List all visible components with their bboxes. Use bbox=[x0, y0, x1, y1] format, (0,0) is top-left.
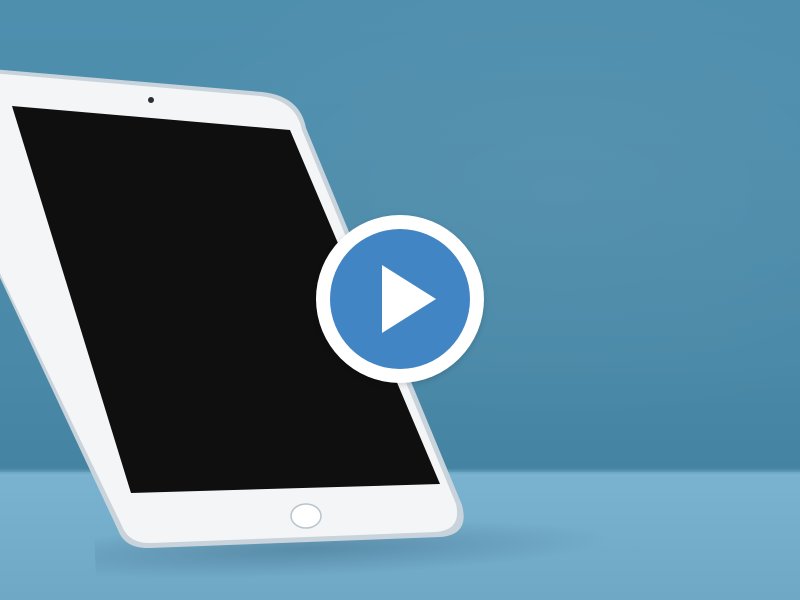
play-icon bbox=[382, 265, 436, 333]
home-button-icon bbox=[290, 503, 322, 529]
play-button-circle bbox=[330, 229, 470, 369]
video-poster[interactable] bbox=[0, 0, 800, 600]
play-button[interactable] bbox=[316, 215, 484, 383]
camera-icon bbox=[148, 97, 154, 103]
